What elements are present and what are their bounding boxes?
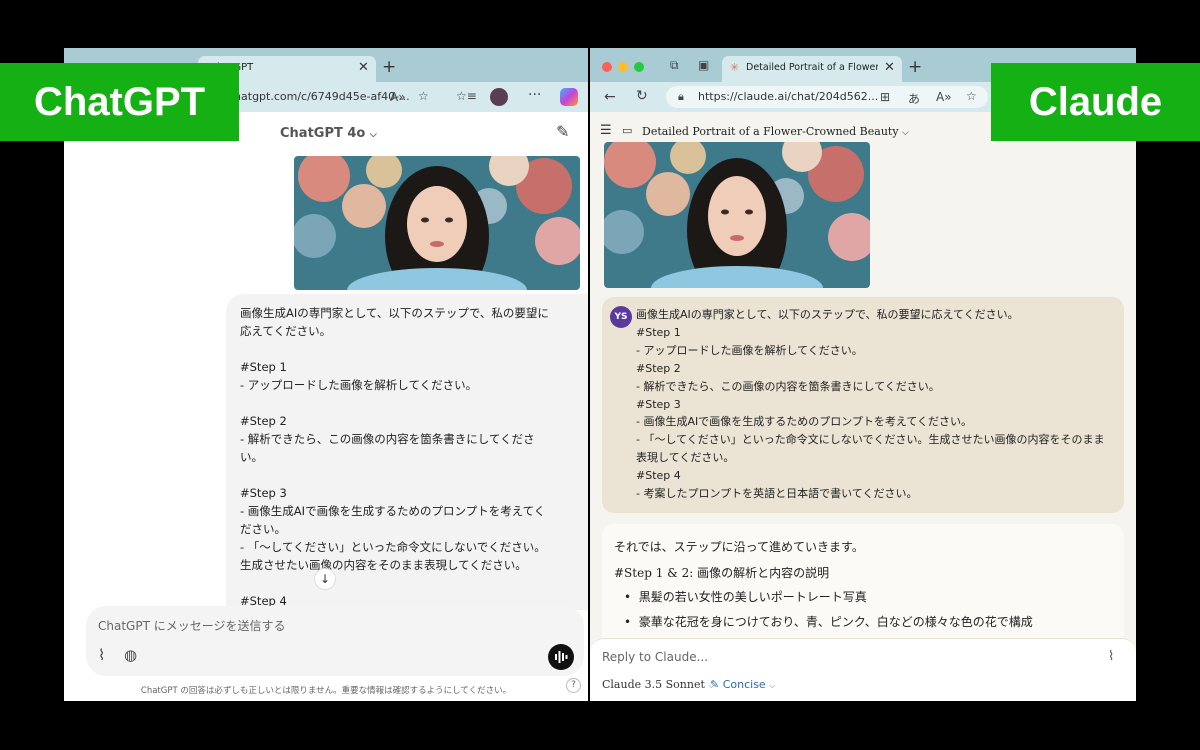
read-aloud-icon[interactable]: A»	[390, 90, 406, 104]
model-selector[interactable]: Claude 3.5 Sonnet ⌵	[602, 678, 714, 691]
uploaded-portrait-image[interactable]	[604, 142, 870, 288]
claude-favicon-icon: ✳	[730, 61, 740, 74]
reply-heading: #Step 1 & 2: 画像の解析と内容の説明	[614, 566, 830, 580]
user-avatar[interactable]: YS	[610, 306, 632, 328]
chat-title: Detailed Portrait of a Flower-Crowned Be…	[642, 125, 899, 138]
chatgpt-label: ChatGPT	[0, 63, 239, 141]
url-field[interactable]: chatgpt.com/c/6749d45e-af40-...	[228, 90, 410, 103]
chat-bubble-icon: ▭	[622, 124, 633, 137]
globe-icon[interactable]: ◍	[124, 646, 137, 664]
split-screen-icon[interactable]: ⊞	[880, 90, 890, 104]
url-field[interactable]: 🔒︎ https://claude.ai/chat/204d562... ⊞ あ…	[666, 86, 988, 108]
claude-label: Claude	[991, 63, 1200, 141]
claude-page: ☰ ▭ Detailed Portrait of a Flower-Crowne…	[590, 112, 1136, 701]
chatgpt-browser-window: ChatGPT ✕ + chatgpt.com/c/6749d45e-af40-…	[64, 48, 588, 701]
chat-title-dropdown[interactable]: Detailed Portrait of a Flower-Crowned Be…	[642, 125, 909, 138]
translate-icon[interactable]: あ	[908, 90, 920, 107]
message-composer[interactable]: ChatGPT にメッセージを送信する ⌇ ◍	[86, 606, 584, 676]
model-name: Claude 3.5 Sonnet	[602, 678, 705, 691]
composer-placeholder[interactable]: Reply to Claude...	[602, 650, 708, 664]
model-selector[interactable]: ChatGPT 4o ⌵	[280, 126, 377, 141]
tab-title: Detailed Portrait of a Flower-Cr	[746, 62, 878, 73]
waveform-icon	[555, 651, 568, 663]
composer-placeholder[interactable]: ChatGPT にメッセージを送信する	[98, 617, 285, 634]
list-item: • 豪華な花冠を身につけており、青、ピンク、白などの様々な色の花で構成	[624, 615, 1033, 629]
chevron-down-icon: ⌵	[769, 681, 776, 690]
window-maximize-button[interactable]	[634, 62, 644, 72]
close-icon[interactable]: ✕	[884, 60, 895, 75]
tab-actions-icon[interactable]: ▣	[698, 58, 709, 72]
disclaimer-footer: ChatGPT の回答は必ずしも正しいとは限りません。重要な情報は確認するように…	[140, 686, 512, 696]
user-message-text: 画像生成AIの専門家として、以下のステップで、私の要望に応えてください。 #St…	[636, 308, 1105, 501]
window-close-button[interactable]	[602, 62, 612, 72]
list-item: • 黒髪の若い女性の美しいポートレート写真	[624, 590, 867, 604]
help-button[interactable]: ?	[566, 678, 581, 693]
user-message-text: 画像生成AIの専門家として、以下のステップで、私の要望に 応えてください。 #S…	[240, 306, 549, 608]
chevron-down-icon: ⌵	[369, 130, 377, 140]
favorite-star-icon[interactable]: ☆	[966, 89, 977, 103]
new-tab-icon[interactable]: +	[382, 57, 396, 77]
reply-composer[interactable]: Reply to Claude... ⌇ Claude 3.5 Sonnet ⌵…	[590, 638, 1136, 701]
list-item-text: 豪華な花冠を身につけており、青、ピンク、白などの様々な色の花で構成	[638, 615, 1033, 629]
style-name: Concise	[722, 678, 766, 691]
favorite-star-icon[interactable]: ☆	[418, 89, 429, 103]
reply-intro: それでは、ステップに沿って進めていきます。	[614, 540, 864, 554]
more-icon[interactable]: ···	[528, 87, 541, 103]
model-name: ChatGPT 4o	[280, 126, 366, 141]
new-chat-icon[interactable]: ✎	[556, 122, 569, 141]
lock-icon: 🔒︎	[678, 90, 684, 103]
reload-icon[interactable]: ↻	[636, 88, 648, 104]
user-message-bubble: YS 画像生成AIの専門家として、以下のステップで、私の要望に応えてください。 …	[602, 297, 1124, 513]
tab-claude[interactable]: ✳ Detailed Portrait of a Flower-Cr ✕	[722, 56, 902, 82]
favorites-icon[interactable]: ☆≡	[456, 89, 477, 103]
url-text: https://claude.ai/chat/204d562...	[698, 90, 879, 103]
chevron-down-icon: ⌵	[902, 128, 909, 138]
uploaded-portrait-image[interactable]	[294, 156, 580, 290]
user-message-bubble: 画像生成AIの専門家として、以下のステップで、私の要望に 応えてください。 #S…	[226, 294, 588, 610]
chatgpt-page: ChatGPT 4o ⌵ ✎ 画像生成AIの専門家として、以下のステップで、私の…	[64, 112, 588, 701]
new-tab-icon[interactable]: +	[908, 57, 922, 77]
close-icon[interactable]: ✕	[358, 60, 369, 75]
pen-icon: ✎	[710, 678, 720, 691]
claude-browser-window: ⧉ ▣ ✳ Detailed Portrait of a Flower-Cr ✕…	[590, 48, 1136, 701]
workspaces-icon[interactable]: ⧉	[670, 58, 679, 73]
menu-icon[interactable]: ☰	[600, 123, 612, 138]
profile-avatar[interactable]	[490, 88, 508, 106]
style-selector[interactable]: ✎ Concise ⌵	[710, 678, 775, 691]
back-arrow-icon[interactable]: ←	[604, 89, 616, 105]
scroll-down-arrow-icon[interactable]: ↓	[314, 568, 336, 590]
list-item-text: 黒髪の若い女性の美しいポートレート写真	[638, 590, 867, 604]
read-aloud-icon[interactable]: A»	[936, 90, 952, 104]
copilot-icon[interactable]	[560, 88, 578, 106]
paperclip-icon[interactable]: ⌇	[1108, 649, 1114, 664]
paperclip-icon[interactable]: ⌇	[98, 646, 105, 664]
window-minimize-button[interactable]	[618, 62, 628, 72]
voice-mode-button[interactable]	[548, 644, 574, 670]
